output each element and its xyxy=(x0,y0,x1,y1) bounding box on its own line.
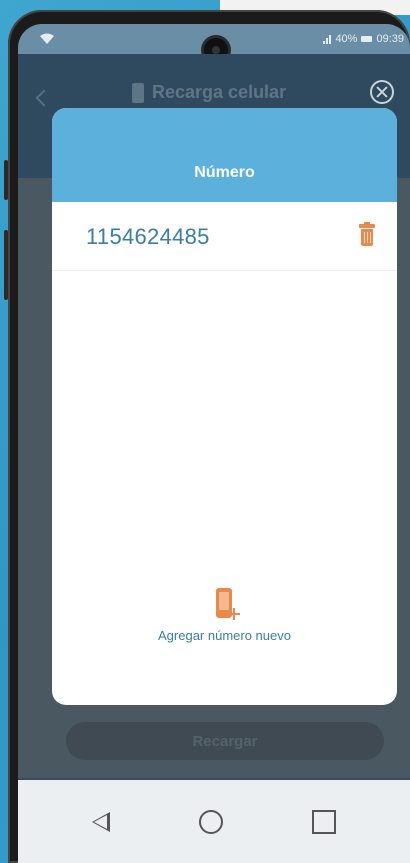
battery-percent: 40% xyxy=(335,33,358,45)
add-phone-icon xyxy=(215,588,240,620)
signal-icon xyxy=(323,34,332,44)
back-triangle-icon[interactable] xyxy=(92,811,111,832)
home-circle-icon[interactable] xyxy=(198,809,223,834)
modal-title: Número xyxy=(194,164,255,181)
wifi-icon xyxy=(40,33,54,44)
clock: 09:39 xyxy=(376,33,404,45)
android-nav-bar xyxy=(18,780,410,863)
recharge-button[interactable]: Recargar xyxy=(66,722,384,760)
volume-button xyxy=(4,160,8,200)
phone-icon xyxy=(132,82,144,103)
phone-number[interactable]: 1154624485 xyxy=(86,224,210,250)
number-picker-modal: Número 1154624485 Agregar número nuevo xyxy=(52,108,397,705)
add-number-label: Agregar número nuevo xyxy=(158,628,291,643)
modal-header: Número xyxy=(52,108,397,202)
status-bar: 40% 09:39 xyxy=(18,24,410,62)
trash-icon[interactable] xyxy=(359,222,375,246)
screen: 40% 09:39 Recarga celular Número 1154624… xyxy=(18,24,410,863)
close-icon[interactable] xyxy=(370,80,394,104)
add-number-button[interactable]: Agregar número nuevo xyxy=(52,588,397,643)
side-button xyxy=(4,230,8,300)
app-title-group: Recarga celular xyxy=(132,82,286,103)
number-list-item[interactable]: 1154624485 xyxy=(52,202,397,271)
app-title: Recarga celular xyxy=(152,82,287,102)
phone-frame: 40% 09:39 Recarga celular Número 1154624… xyxy=(4,10,410,863)
battery-icon xyxy=(361,36,373,42)
back-icon[interactable] xyxy=(35,89,53,107)
status-right: 40% 09:39 xyxy=(323,33,404,45)
recents-square-icon[interactable] xyxy=(311,809,336,834)
